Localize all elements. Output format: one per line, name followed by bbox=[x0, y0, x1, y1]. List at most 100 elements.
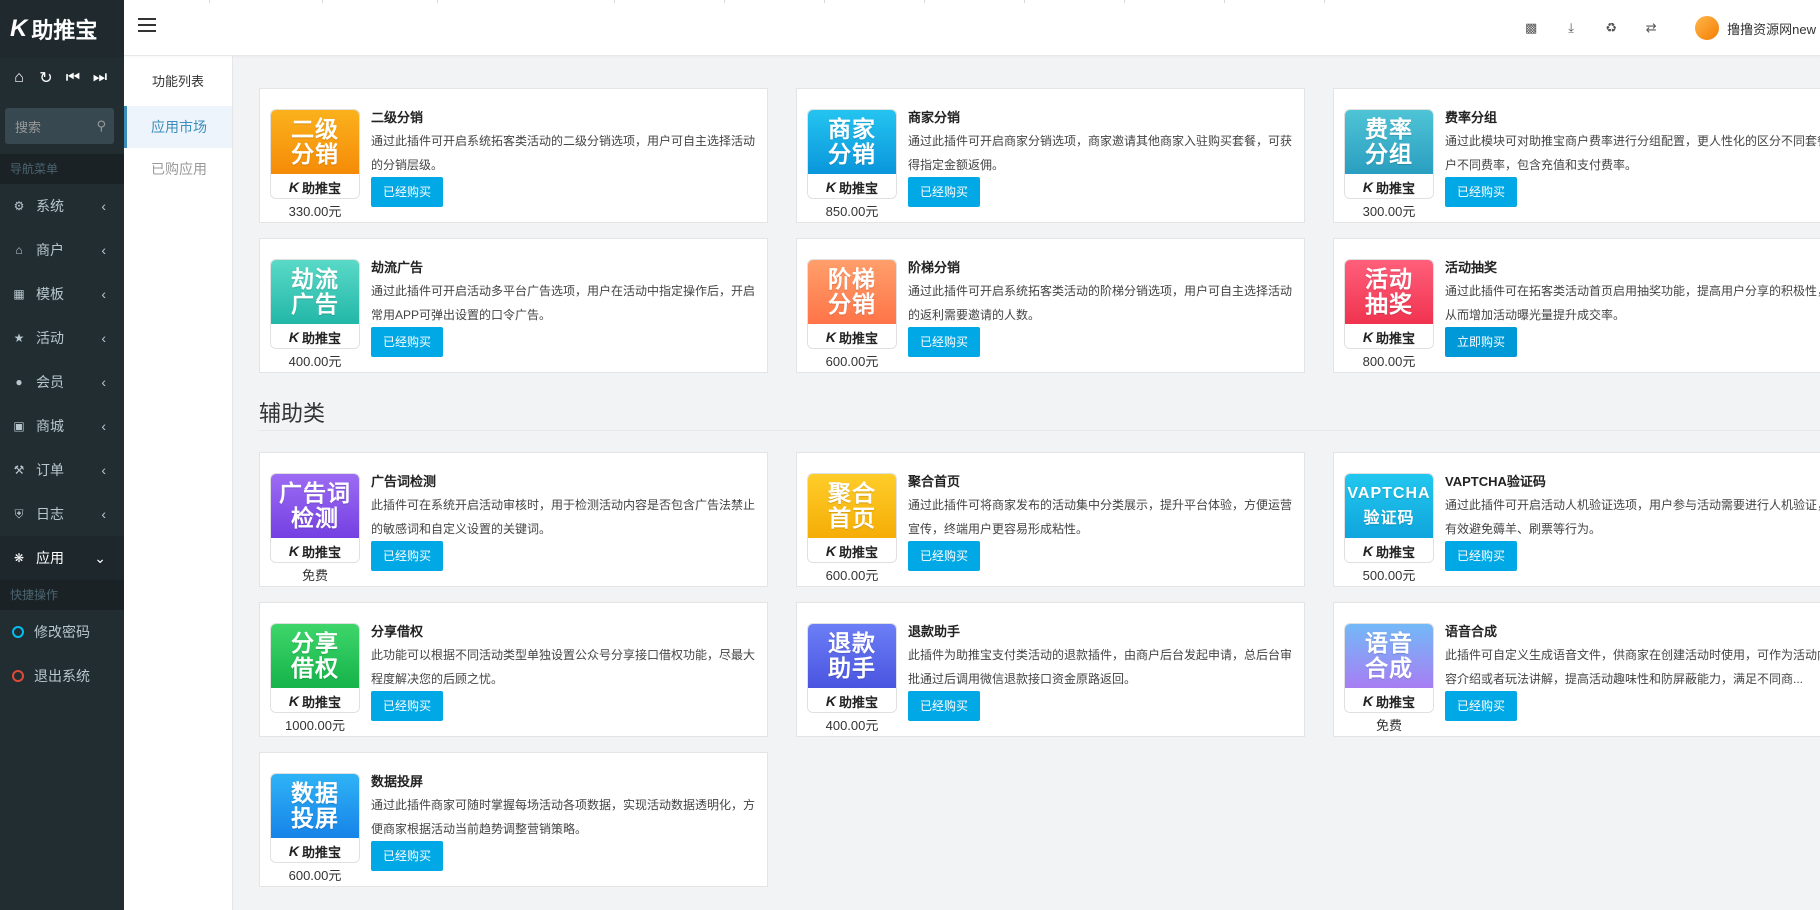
change-password-link[interactable]: 修改密码 bbox=[0, 610, 124, 654]
gavel-icon: ⚒ bbox=[13, 463, 25, 477]
app-tile-image[interactable]: 语音 合成 K 助推宝 bbox=[1344, 623, 1434, 713]
sidebar-item-label: 会员 bbox=[36, 374, 64, 390]
app-title: 费率分组 bbox=[1445, 110, 1498, 125]
sidebar-item-mall[interactable]: ▣ 商城 ‹ bbox=[0, 404, 124, 448]
app-description: 通过此插件可在拓客类活动首页启用抽奖功能，提高用户分享的积极性，从而增加活动曝光… bbox=[1445, 284, 1820, 322]
download-icon[interactable]: ⤓ bbox=[1561, 20, 1581, 36]
purchase-status-button[interactable]: 已经购买 bbox=[1445, 177, 1518, 207]
sidebar-item-system[interactable]: ⚙ 系统 ‹ bbox=[0, 184, 124, 228]
purchase-status-button[interactable]: 已经购买 bbox=[908, 691, 981, 721]
quick-item-label: 退出系统 bbox=[34, 668, 90, 684]
purchase-status-button[interactable]: 已经购买 bbox=[371, 841, 444, 871]
tile-brand-label: 助推宝 bbox=[839, 544, 879, 560]
user-menu[interactable]: 撸撸资源网new bbox=[1695, 16, 1816, 40]
tile-text: VAPTCHA 验证码 bbox=[1345, 474, 1433, 538]
desktop-icon[interactable]: ▩ bbox=[1521, 20, 1541, 36]
trophy-icon: ★ bbox=[13, 331, 25, 345]
subnav-item-purchased-apps[interactable]: 已购应用 bbox=[124, 148, 232, 190]
app-tile-image[interactable]: 退款 助手 K 助推宝 bbox=[807, 623, 897, 713]
circle-icon bbox=[12, 626, 24, 638]
app-tile-image[interactable]: 聚合 首页 K 助推宝 bbox=[807, 473, 897, 563]
sitemap-icon: ▦ bbox=[13, 287, 25, 301]
cart-icon: ▣ bbox=[13, 419, 25, 433]
purchase-status-button[interactable]: 已经购买 bbox=[371, 177, 444, 207]
refresh-icon[interactable]: ↻ bbox=[37, 68, 55, 88]
subnav-item-app-market[interactable]: 应用市场 bbox=[124, 106, 232, 148]
app-tile-image[interactable]: 二级 分销 K 助推宝 bbox=[270, 109, 360, 199]
app-title: 活动抽奖 bbox=[1445, 260, 1498, 275]
app-title: 聚合首页 bbox=[908, 474, 961, 489]
sidebar-item-apps[interactable]: ❋ 应用 ⌄ bbox=[0, 536, 124, 580]
function-list-title: 功能列表 bbox=[151, 74, 204, 89]
purchase-status-button[interactable]: 已经购买 bbox=[908, 541, 981, 571]
buy-now-button[interactable]: 立即购买 bbox=[1445, 327, 1518, 357]
tile-text: 语音 合成 bbox=[1345, 624, 1433, 688]
recycle-icon[interactable]: ♻ bbox=[1601, 20, 1621, 36]
tile-brand-label: 助推宝 bbox=[839, 694, 879, 710]
app-tile-image[interactable]: 分享 借权 K 助推宝 bbox=[270, 623, 360, 713]
back-icon[interactable]: ⏮ bbox=[64, 69, 82, 87]
app-tile-image[interactable]: 商家 分销 K 助推宝 bbox=[807, 109, 897, 199]
tile-brand-label: 助推宝 bbox=[302, 694, 342, 710]
app-tile-image[interactable]: VAPTCHA 验证码 K 助推宝 bbox=[1344, 473, 1434, 563]
shuffle-icon[interactable]: ⇄ bbox=[1641, 20, 1661, 36]
purchase-status-button[interactable]: 已经购买 bbox=[1445, 541, 1518, 571]
user-name: 撸撸资源网new bbox=[1727, 21, 1816, 37]
tile-brand-label: 助推宝 bbox=[839, 330, 879, 346]
tile-text: 商家 分销 bbox=[808, 110, 896, 174]
quick-header: 快捷操作 bbox=[0, 580, 124, 610]
home-icon[interactable]: ⌂ bbox=[10, 69, 28, 87]
app-description: 此插件为助推宝支付类活动的退款插件，由商户后台发起申请，总后台审批通过后调用微信… bbox=[908, 648, 1293, 686]
app-card: 分享 借权 K 助推宝 1000.00元 分享借权 此功能可以根据不同活动类型单独… bbox=[259, 602, 768, 737]
app-price: 免费 bbox=[1375, 718, 1402, 733]
app-card: 二级 分销 K 助推宝 330.00元 二级分销 通过此插件可开启系统拓客类活动的… bbox=[259, 88, 768, 223]
purchase-status-button[interactable]: 已经购买 bbox=[371, 541, 444, 571]
apps-icon: ❋ bbox=[13, 551, 25, 565]
sidebar-item-order[interactable]: ⚒ 订单 ‹ bbox=[0, 448, 124, 492]
app-card: 广告词 检测 K 助推宝 免费 广告词检测 此插件可在系统开启活动审核时，用于检测… bbox=[259, 452, 768, 587]
search-input[interactable]: 搜索 ⚲ bbox=[5, 108, 114, 144]
tile-text: 二级 分销 bbox=[271, 110, 359, 174]
app-market-content: 二级 分销 K 助推宝 330.00元 二级分销 通过此插件可开启系统拓客类活动的… bbox=[234, 56, 1820, 910]
app-card: 劫流 广告 K 助推宝 400.00元 劫流广告 通过此插件可开启活动多平台广告选… bbox=[259, 238, 768, 373]
app-price: 600.00元 bbox=[825, 568, 879, 583]
nav-header: 导航菜单 bbox=[0, 154, 124, 184]
brand-logo[interactable]: K 助推宝 bbox=[0, 0, 124, 58]
chevron-down-icon: ⌄ bbox=[94, 549, 106, 566]
app-tile-image[interactable]: 广告词 检测 K 助推宝 bbox=[270, 473, 360, 563]
tile-brand-mark: K bbox=[1362, 693, 1374, 709]
purchase-status-button[interactable]: 已经购买 bbox=[371, 691, 444, 721]
purchase-status-button[interactable]: 已经购买 bbox=[908, 327, 981, 357]
app-tile-image[interactable]: 劫流 广告 K 助推宝 bbox=[270, 259, 360, 349]
app-tile-image[interactable]: 数据 投屏 K 助推宝 bbox=[270, 773, 360, 863]
app-description: 通过此插件可开启系统拓客类活动的阶梯分销选项，用户可自主选择活动的返利需要邀请的… bbox=[908, 284, 1293, 322]
chevron-left-icon: ‹ bbox=[101, 242, 106, 258]
purchase-status-button[interactable]: 已经购买 bbox=[908, 177, 981, 207]
forward-icon[interactable]: ⏭ bbox=[91, 69, 109, 87]
purchase-status-button[interactable]: 已经购买 bbox=[1445, 691, 1518, 721]
sidebar-item-template[interactable]: ▦ 模板 ‹ bbox=[0, 272, 124, 316]
tile-text: 分享 借权 bbox=[271, 624, 359, 688]
search-icon[interactable]: ⚲ bbox=[96, 118, 106, 134]
sidebar-item-merchant[interactable]: ⌂ 商户 ‹ bbox=[0, 228, 124, 272]
chevron-left-icon: ‹ bbox=[101, 286, 106, 302]
app-tile-image[interactable]: 活动 抽奖 K 助推宝 bbox=[1344, 259, 1434, 349]
app-card: 语音 合成 K 助推宝 免费 语音合成 此插件可自定义生成语音文件，供商家在创建活… bbox=[1333, 602, 1820, 737]
sidebar-item-activity[interactable]: ★ 活动 ‹ bbox=[0, 316, 124, 360]
tile-brand-mark: K bbox=[825, 179, 837, 195]
quick-icons: ⌂ ↻ ⏮ ⏭ bbox=[0, 58, 124, 98]
app-tile-image[interactable]: 费率 分组 K 助推宝 bbox=[1344, 109, 1434, 199]
sidebar-item-log[interactable]: ⛨ 日志 ‹ bbox=[0, 492, 124, 536]
sidebar-item-member[interactable]: ● 会员 ‹ bbox=[0, 360, 124, 404]
menu-toggle-icon[interactable] bbox=[138, 18, 156, 34]
sidebar-item-label: 系统 bbox=[36, 198, 64, 214]
function-list-panel: 功能列表 应用市场 已购应用 bbox=[124, 0, 233, 910]
app-title: 广告词检测 bbox=[371, 474, 437, 489]
app-tile-image[interactable]: 阶梯 分销 K 助推宝 bbox=[807, 259, 897, 349]
users-icon: ● bbox=[15, 375, 23, 389]
logout-link[interactable]: 退出系统 bbox=[0, 654, 124, 698]
app-price: 免费 bbox=[301, 568, 328, 583]
purchase-status-button[interactable]: 已经购买 bbox=[371, 327, 444, 357]
app-description: 通过此插件可开启活动人机验证选项，用户参与活动需要进行人机验证，有效避免薅羊、刷… bbox=[1445, 498, 1820, 536]
sidebar-item-label: 商户 bbox=[36, 242, 64, 258]
